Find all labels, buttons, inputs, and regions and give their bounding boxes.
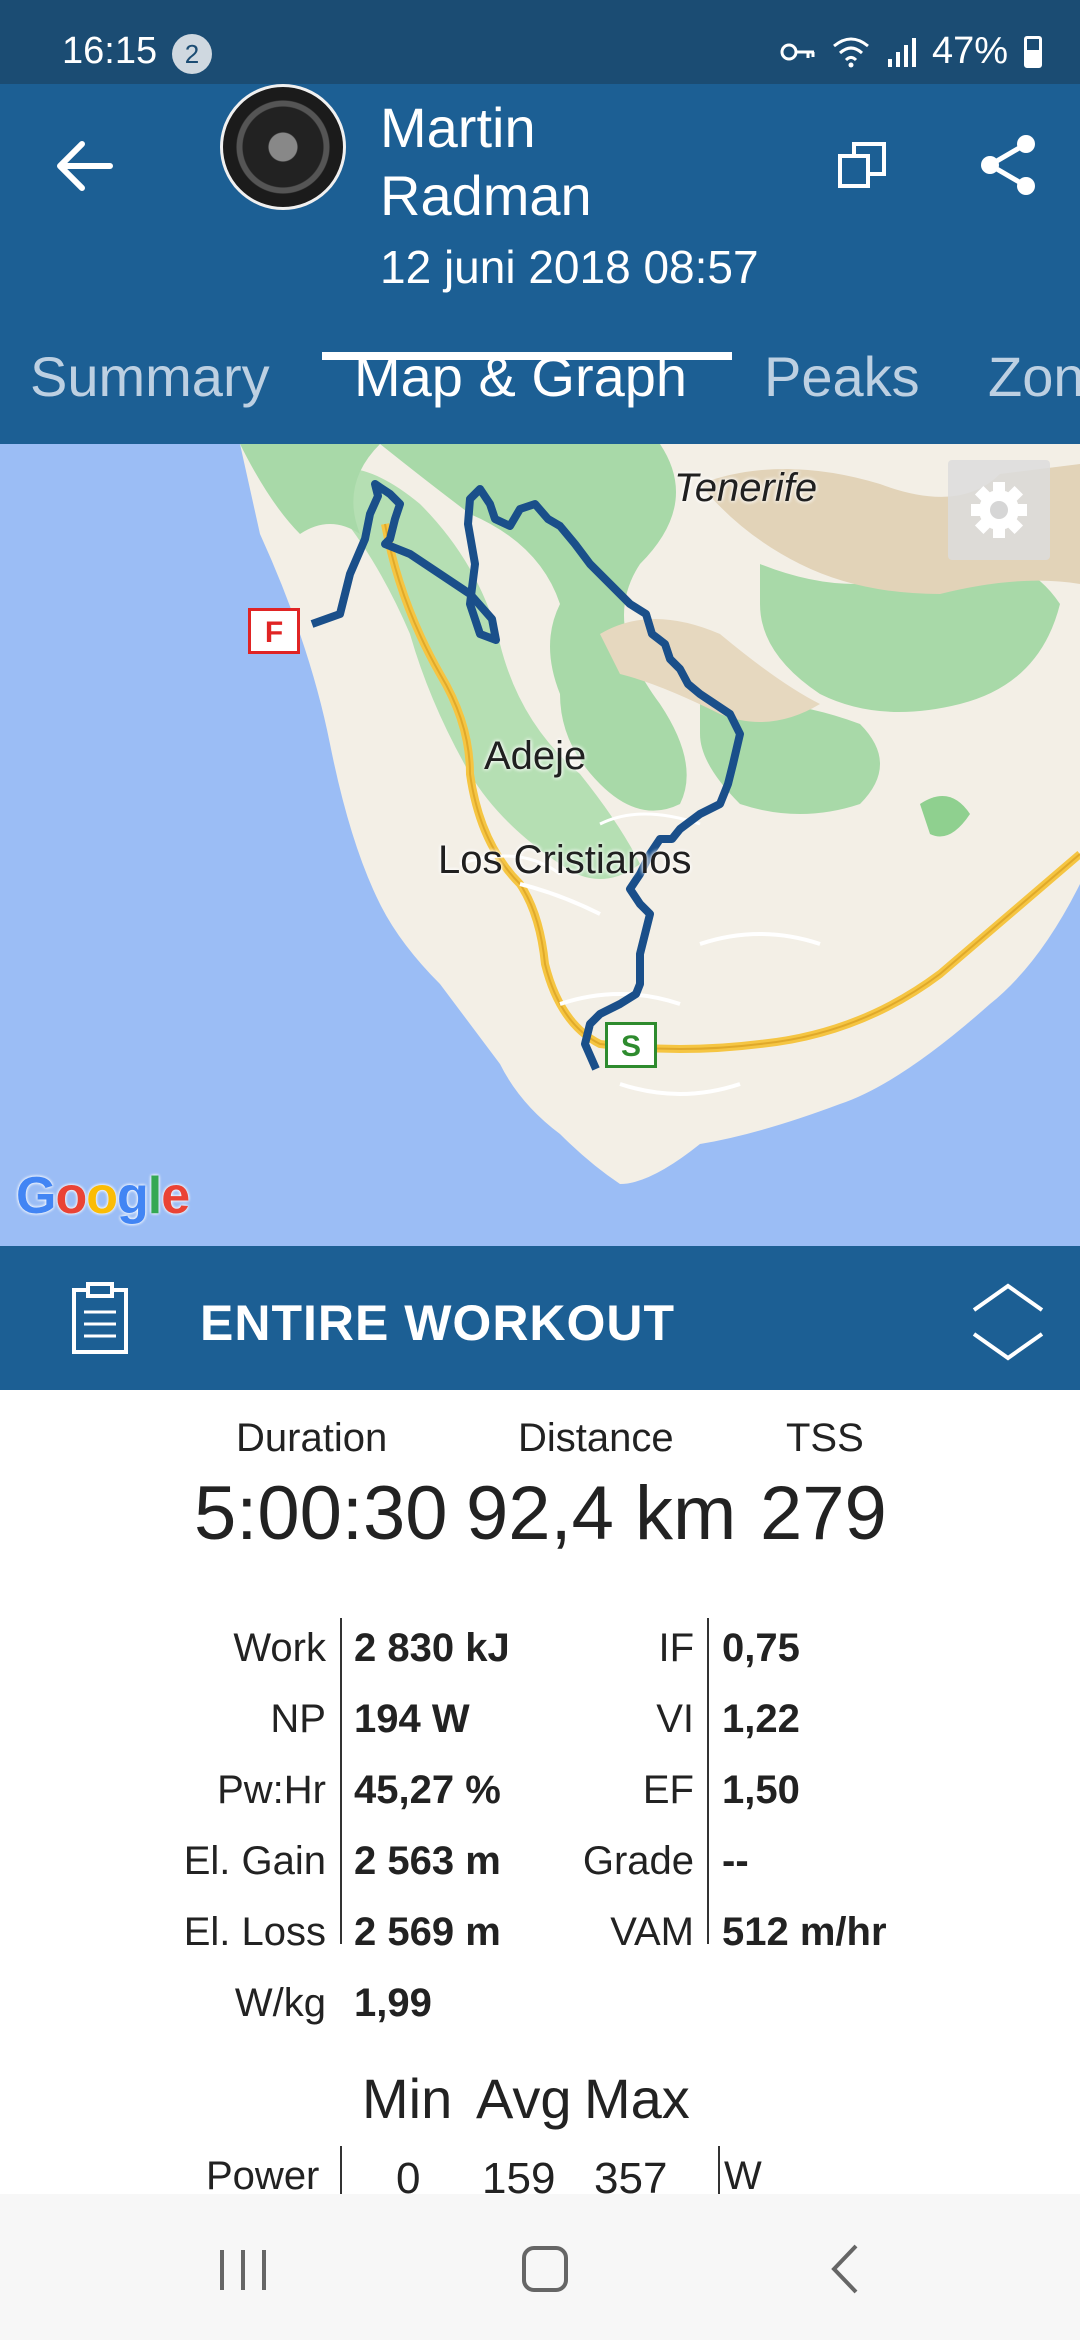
- metric-label: VI: [656, 1697, 694, 1741]
- metric-label: EF: [642, 1768, 694, 1812]
- expand-collapse-icon[interactable]: [968, 1280, 1048, 1364]
- workout-summary: Duration Distance TSS 5:00:30 92,4 km 27…: [0, 1390, 1080, 2194]
- metric-label: VAM: [610, 1910, 694, 1954]
- tab-peaks[interactable]: Peaks: [764, 344, 920, 409]
- distance-value: 92,4 km: [466, 1471, 737, 1556]
- tab-bar: Summary Map & Graph Peaks Zon: [0, 324, 1080, 444]
- map-settings-button[interactable]: [948, 460, 1050, 560]
- metric-label: NP: [270, 1697, 326, 1741]
- status-bar: 16:15 2 47%: [0, 0, 1080, 84]
- tss-label: TSS: [786, 1416, 864, 1460]
- finish-marker[interactable]: F: [248, 608, 300, 654]
- status-time: 16:15: [62, 30, 158, 72]
- tss-value: 279: [760, 1471, 887, 1556]
- battery-percent: 47%: [931, 30, 1008, 72]
- power-row-label: Power: [206, 2154, 320, 2194]
- workout-header: Martin Radman 12 juni 2018 08:57 Summary…: [0, 84, 1080, 444]
- metric-value: 2 563 m: [354, 1839, 501, 1883]
- power-min: 0: [396, 2154, 421, 2194]
- system-nav-bar: [0, 2194, 1080, 2340]
- max-header: Max: [584, 2067, 690, 2130]
- tab-summary[interactable]: Summary: [30, 344, 270, 409]
- metric-value: 45,27 %: [354, 1768, 501, 1812]
- map-label-tenerife: Tenerife: [674, 466, 818, 510]
- athlete-name: Martin Radman: [380, 96, 592, 227]
- distance-label: Distance: [518, 1416, 674, 1460]
- metric-label: El. Loss: [183, 1910, 326, 1954]
- metric-value: 2 569 m: [354, 1910, 501, 1954]
- power-unit: W: [724, 2154, 762, 2194]
- recent-apps-icon[interactable]: [208, 2234, 278, 2304]
- gear-icon: [971, 482, 1027, 538]
- battery-icon: [1024, 35, 1042, 68]
- metric-value: 0,75: [722, 1626, 800, 1670]
- mam-divider-left: [340, 2146, 342, 2194]
- power-max: 357: [594, 2154, 668, 2194]
- map-label-los-cristianos: Los Cristianos: [438, 838, 692, 882]
- metric-value: 1,22: [722, 1697, 800, 1741]
- tab-zones[interactable]: Zon: [988, 344, 1080, 409]
- metric-label: W/kg: [234, 1981, 326, 2025]
- copy-icon[interactable]: [836, 138, 892, 194]
- signal-icon: [887, 37, 916, 67]
- metric-value: 2 830 kJ: [354, 1626, 510, 1670]
- status-right: 47%: [780, 30, 1042, 73]
- metric-value: --: [722, 1839, 749, 1883]
- power-avg: 159: [482, 2154, 556, 2194]
- metrics-divider-left: [340, 1618, 342, 1944]
- mam-divider-right: [718, 2146, 720, 2194]
- metric-label: Pw:Hr: [217, 1768, 326, 1812]
- map-label-adeje: Adeje: [484, 734, 587, 778]
- workout-section-bar[interactable]: ENTIRE WORKOUT: [0, 1246, 1080, 1390]
- clipboard-icon: [72, 1282, 128, 1354]
- metric-label: El. Gain: [183, 1839, 326, 1883]
- route-map[interactable]: Tenerife Adeje Los Cristianos F S Google: [0, 444, 1080, 1246]
- start-marker[interactable]: S: [605, 1022, 657, 1068]
- active-tab-indicator: [322, 352, 732, 360]
- metrics-divider-right: [707, 1618, 709, 1944]
- metric-value: 512 m/hr: [722, 1910, 887, 1954]
- metric-value: 1,50: [722, 1768, 800, 1812]
- back-arrow-icon[interactable]: [52, 134, 116, 198]
- min-header: Min: [362, 2067, 453, 2130]
- metric-label: Work: [233, 1626, 326, 1670]
- vpn-key-icon: [780, 43, 815, 60]
- home-icon[interactable]: [510, 2234, 580, 2304]
- google-logo: Google: [16, 1167, 190, 1225]
- avg-header: Avg: [476, 2067, 572, 2130]
- share-icon[interactable]: [978, 132, 1040, 198]
- duration-label: Duration: [236, 1416, 388, 1460]
- workout-date: 12 juni 2018 08:57: [380, 241, 759, 293]
- duration-value: 5:00:30: [194, 1471, 448, 1556]
- back-icon[interactable]: [812, 2234, 882, 2304]
- notification-count-badge: 2: [172, 34, 212, 74]
- section-title: ENTIRE WORKOUT: [200, 1295, 676, 1351]
- metric-label: Grade: [582, 1839, 694, 1883]
- avatar[interactable]: [220, 84, 346, 210]
- metric-value: 194 W: [354, 1697, 470, 1741]
- metric-value: 1,99: [354, 1981, 432, 2025]
- metric-label: IF: [658, 1626, 694, 1670]
- wifi-icon: [832, 37, 869, 67]
